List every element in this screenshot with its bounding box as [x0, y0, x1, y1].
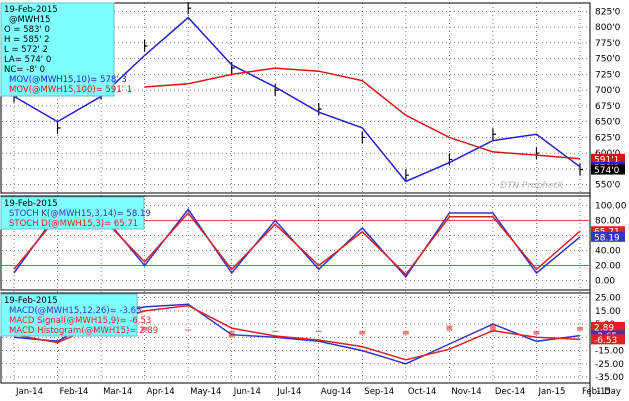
- x-tick-label: May-14: [190, 387, 221, 397]
- price-info-netchange: NC= -8' 0: [4, 65, 45, 75]
- price-y-tick-label: 550'0: [595, 181, 621, 191]
- price-info-last: LA= 574' 0: [4, 55, 51, 65]
- x-tick-label: Sep-14: [364, 387, 394, 397]
- price-info-date: 19-Feb-2015: [4, 5, 58, 15]
- price-y-tick-label: 700'0: [595, 86, 621, 96]
- macd-histogram-bar: [272, 330, 279, 333]
- stoch-y-tick-label: 20.00: [595, 262, 621, 272]
- macd-y-tick-label: 15.00: [595, 307, 621, 317]
- price-y-tick-label: 775'0: [595, 39, 621, 49]
- price-value-tag-label: 574'0: [594, 166, 620, 176]
- macd-info-date: 19-Feb-2015: [4, 296, 58, 306]
- macd-value-tag-label: -6.53: [594, 336, 617, 346]
- price-y-tick-label: 825'0: [595, 7, 621, 17]
- price-info-box: 19-Feb-2015 @MWH15 O = 583' 0 H = 585' 2…: [0, 2, 132, 97]
- stoch-info-date: 19-Feb-2015: [4, 199, 58, 209]
- price-info-low: L = 572' 2: [4, 45, 48, 55]
- x-tick-label: Oct-14: [408, 387, 437, 397]
- x-tick-label: Jan-14: [15, 387, 43, 397]
- price-y-tick-label: 675'0: [595, 102, 621, 112]
- stoch-y-tick-label: 0.00: [595, 277, 615, 287]
- macd-histogram-bar: [359, 330, 366, 335]
- price-y-tick-label: 750'0: [595, 55, 621, 65]
- price-y-tick-label: 725'0: [595, 70, 621, 80]
- x-tick-label: Apr-14: [147, 387, 175, 397]
- macd-info-box: 19-Feb-2015 MACD(@MWH15,12,26)= -3.65 MA…: [0, 293, 158, 337]
- price-info-mov10: MOV(@MWH15,10)= 578' 3: [9, 75, 127, 85]
- x-tick-label: Nov-14: [451, 387, 481, 397]
- macd-y-tick-label: -35.00: [595, 373, 624, 383]
- x-tick-label: Jan-15: [537, 387, 565, 397]
- stoch-info-box: 19-Feb-2015 STOCH K(@MWH15,3,14)= 58.19 …: [0, 196, 151, 230]
- macd-info-histogram: MACD Histogram(@MWH15)= 2.89: [9, 326, 158, 336]
- macd-info-signal: MACD Signal(@MWH15,9)= -6.53: [9, 316, 151, 326]
- macd-histogram-bar: [577, 326, 583, 331]
- macd-info-macd: MACD(@MWH15,12,26)= -3.65: [9, 306, 141, 316]
- stoch-info-k: STOCH K(@MWH15,3,14)= 58.19: [9, 209, 151, 219]
- macd-histogram-bar: [533, 330, 540, 335]
- stoch-value-tag-label: 58.19: [594, 233, 620, 243]
- price-y-tick-label: 800'0: [595, 23, 621, 33]
- x-tick-label: Jun-14: [233, 387, 261, 397]
- macd-histogram-bar: [489, 324, 496, 331]
- macd-y-tick-label: -15.00: [595, 347, 624, 357]
- macd-histogram-bar: [185, 329, 192, 331]
- price-chart: 19-Feb-2015 @MWH15 O = 583' 0 H = 585' 2…: [0, 0, 629, 401]
- macd-histogram-bar: [402, 330, 409, 335]
- x-tick-label: Dec-14: [495, 387, 525, 397]
- x-tick-label: Mar-14: [103, 387, 132, 397]
- stoch-y-tick-label: 100.00: [595, 202, 627, 212]
- macd-y-tick-label: -25.00: [595, 360, 624, 370]
- price-y-tick-label: 650'0: [595, 118, 621, 128]
- macd-histogram-bar: [446, 325, 453, 331]
- interval-label: 1 Day: [596, 387, 621, 397]
- macd-y-tick-label: 25.00: [595, 294, 621, 304]
- price-y-tick-label: 625'0: [595, 133, 621, 143]
- price-info-mov100: MOV(@MWH15,100)= 591' 1: [9, 85, 132, 95]
- stoch-info-d: STOCH D(@MWH15,3)= 65.71: [9, 219, 138, 229]
- stoch-y-tick-label: 40.00: [595, 247, 621, 257]
- x-tick-label: Jul-14: [276, 387, 301, 397]
- macd-histogram-bar: [228, 330, 235, 338]
- x-tick-label: Feb-14: [60, 387, 89, 397]
- stoch-y-tick-label: 80.00: [595, 217, 621, 227]
- price-info-open: O = 583' 0: [4, 25, 50, 35]
- price-info-high: H = 585' 2: [4, 35, 50, 45]
- watermark: DTN ProphetX: [500, 181, 564, 191]
- macd-histogram-bar: [315, 330, 322, 333]
- x-tick-label: Aug-14: [321, 387, 351, 397]
- price-info-symbol: @MWH15: [9, 15, 50, 25]
